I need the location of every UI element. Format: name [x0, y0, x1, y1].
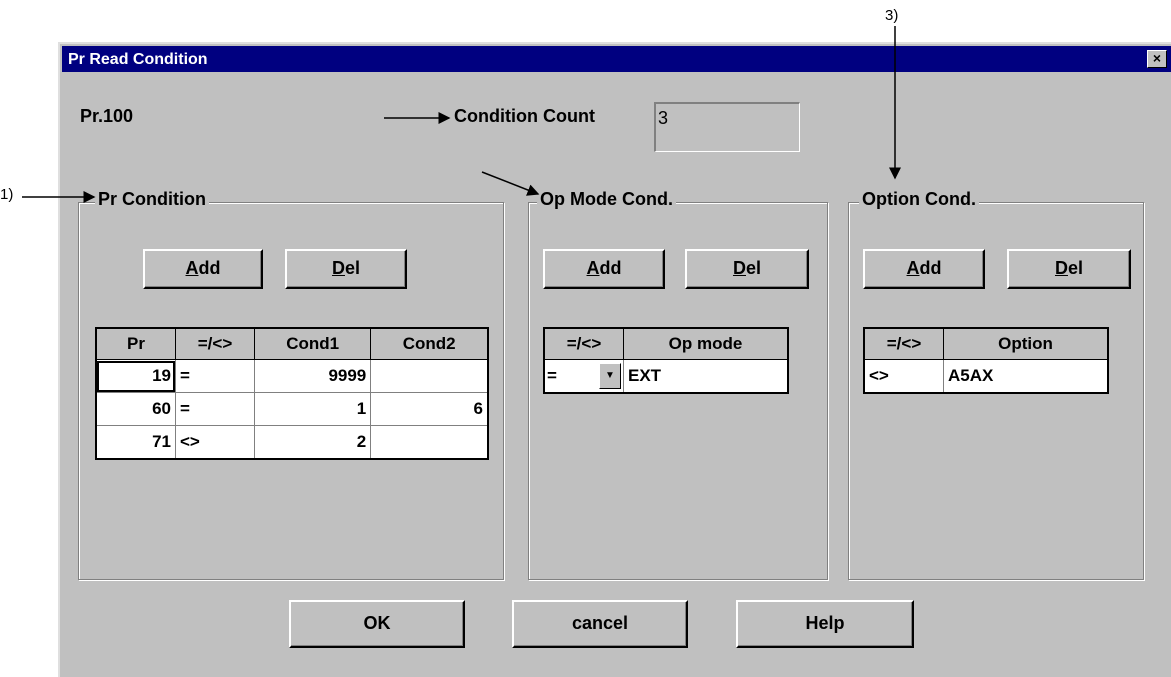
table-cell[interactable]: =: [175, 392, 255, 426]
chevron-down-icon[interactable]: ▼: [599, 363, 621, 389]
column-header[interactable]: =/<>: [863, 327, 944, 360]
op-mode-table: =/<> Op mode = ▼ EXT: [543, 327, 789, 394]
option-legend: Option Cond.: [859, 189, 979, 210]
table-cell[interactable]: 2: [253, 425, 372, 460]
table-row[interactable]: 60 = 1 6: [95, 392, 489, 426]
table-row[interactable]: 71 <> 2: [95, 425, 489, 460]
op-mode-combo-cell[interactable]: = ▼: [543, 359, 624, 394]
condition-count-field[interactable]: 3: [654, 102, 800, 152]
pr-condition-legend: Pr Condition: [95, 189, 209, 210]
combo-value: =: [547, 366, 557, 385]
table-cell[interactable]: EXT: [623, 359, 789, 394]
cancel-button[interactable]: cancel: [512, 600, 688, 648]
table-cell[interactable]: 71: [95, 425, 176, 460]
column-header[interactable]: Pr: [95, 327, 176, 360]
table-row[interactable]: = ▼ EXT: [543, 359, 789, 394]
callout-1: 1): [0, 186, 14, 203]
table-cell[interactable]: [370, 359, 489, 393]
op-mode-del-button[interactable]: Del: [685, 249, 809, 289]
pr-add-button[interactable]: Add: [143, 249, 263, 289]
table-cell[interactable]: 19: [95, 359, 176, 393]
table-header-row: =/<> Option: [863, 327, 1109, 360]
condition-count-label: Condition Count: [454, 106, 595, 126]
option-add-button[interactable]: Add: [863, 249, 985, 289]
callout-3: 3): [885, 7, 899, 24]
pr-del-button[interactable]: Del: [285, 249, 407, 289]
option-group: Option Cond. Add Del =/<> Option <> A5AX: [848, 189, 1144, 580]
help-button[interactable]: Help: [736, 600, 914, 648]
table-cell[interactable]: <>: [175, 425, 255, 460]
table-cell[interactable]: 60: [95, 392, 176, 426]
table-cell[interactable]: A5AX: [943, 359, 1109, 394]
op-mode-group: Op Mode Cond. Add Del =/<> Op mode = ▼ E…: [528, 189, 828, 580]
pr-read-condition-dialog: Pr Read Condition × Pr.100 Condition Cou…: [58, 42, 1171, 677]
table-cell[interactable]: 1: [253, 392, 372, 426]
table-row[interactable]: 19 = 9999: [95, 359, 489, 393]
close-icon[interactable]: ×: [1147, 50, 1167, 68]
pr-number-label: Pr.100: [80, 106, 134, 126]
option-del-button[interactable]: Del: [1007, 249, 1131, 289]
column-header[interactable]: Op mode: [623, 327, 789, 360]
table-header-row: Pr =/<> Cond1 Cond2: [95, 327, 489, 360]
column-header[interactable]: =/<>: [543, 327, 624, 360]
column-header[interactable]: Option: [943, 327, 1109, 360]
table-cell[interactable]: <>: [863, 359, 944, 394]
title-bar[interactable]: Pr Read Condition ×: [62, 46, 1171, 72]
column-header[interactable]: Cond2: [370, 327, 489, 360]
pr-condition-table: Pr =/<> Cond1 Cond2 19 = 9999 60 = 1 6 7…: [95, 327, 489, 460]
option-table: =/<> Option <> A5AX: [863, 327, 1109, 394]
op-mode-legend: Op Mode Cond.: [537, 189, 676, 210]
table-cell[interactable]: =: [175, 359, 255, 393]
column-header[interactable]: =/<>: [175, 327, 255, 360]
table-cell[interactable]: [370, 425, 489, 460]
op-mode-add-button[interactable]: Add: [543, 249, 665, 289]
table-header-row: =/<> Op mode: [543, 327, 789, 360]
table-cell[interactable]: 9999: [253, 359, 372, 393]
dialog-title: Pr Read Condition: [68, 51, 208, 68]
column-header[interactable]: Cond1: [253, 327, 372, 360]
ok-button[interactable]: OK: [289, 600, 465, 648]
table-row[interactable]: <> A5AX: [863, 359, 1109, 394]
pr-condition-group: Pr Condition Add Del Pr =/<> Cond1 Cond2…: [78, 189, 504, 580]
table-cell[interactable]: 6: [370, 392, 489, 426]
